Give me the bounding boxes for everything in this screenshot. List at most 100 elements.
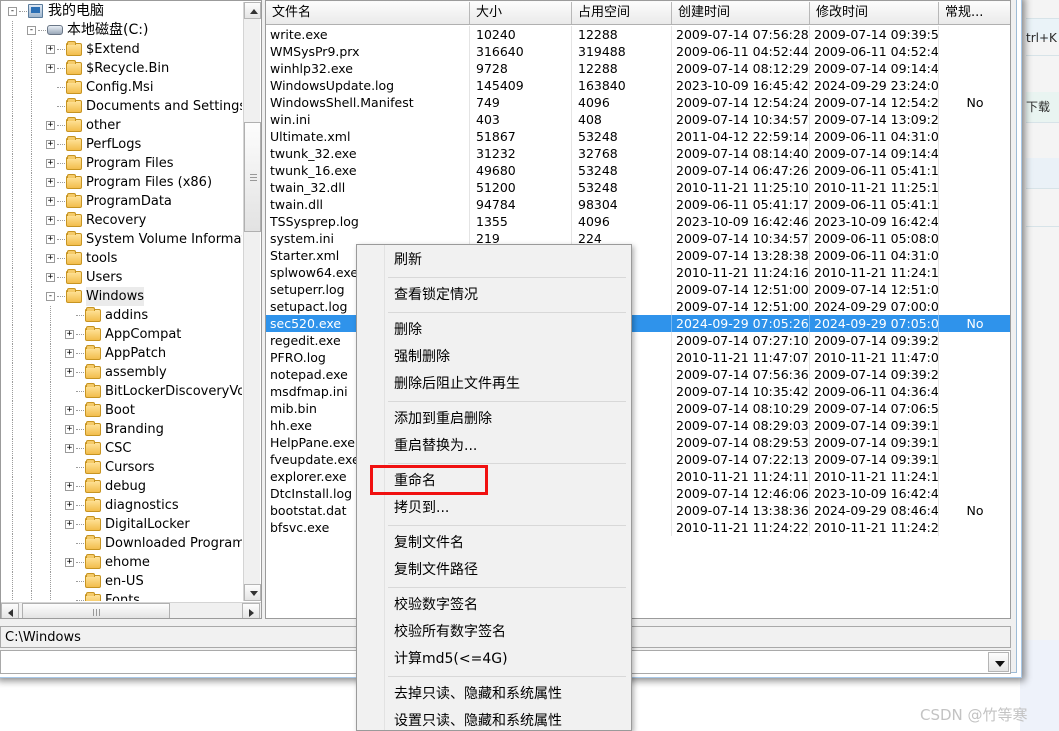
context-menu-item[interactable]: 计算md5(<=4G) <box>386 646 631 673</box>
tree-item[interactable]: + DigitalLocker <box>2 515 242 534</box>
tree-item[interactable]: + Branding <box>2 420 242 439</box>
tree-item[interactable]: BitLockerDiscoveryVolu <box>2 382 242 401</box>
tree-item[interactable]: + ehome <box>2 553 242 572</box>
tree-item[interactable]: + other <box>2 116 242 135</box>
expand-icon[interactable]: + <box>46 45 55 54</box>
tree-hscroll-thumb[interactable] <box>22 603 170 618</box>
tree-item[interactable]: Downloaded Program F <box>2 534 242 553</box>
scroll-up-button[interactable] <box>244 2 261 19</box>
tree-item[interactable]: + debug <box>2 477 242 496</box>
table-row[interactable]: twain.dll 94784 98304 2009-06-11 05:41:17 20… <box>266 196 1010 213</box>
tree-item[interactable]: + System Volume Informatio <box>2 230 242 249</box>
collapse-icon[interactable]: - <box>27 26 36 35</box>
tree-item[interactable]: - Windows <box>2 287 242 306</box>
tree-item[interactable]: + Recovery <box>2 211 242 230</box>
expand-icon[interactable]: + <box>65 330 74 339</box>
tree-horizontal-scrollbar[interactable] <box>1 602 261 618</box>
context-menu-item[interactable]: 校验数字签名 <box>386 592 631 619</box>
file-list-header[interactable]: 文件名 大小 占用空间 创建时间 修改时间 常规... <box>266 1 1010 25</box>
expand-icon[interactable]: + <box>65 501 74 510</box>
tree-vertical-scrollbar[interactable] <box>243 2 261 601</box>
tree-item[interactable]: + diagnostics <box>2 496 242 515</box>
expand-icon[interactable]: + <box>46 273 55 282</box>
tree-item[interactable]: + Users <box>2 268 242 287</box>
context-menu-item[interactable]: 刷新 <box>386 247 631 274</box>
table-row[interactable]: winhlp32.exe 9728 12288 2009-07-14 08:12:29… <box>266 60 1010 77</box>
column-header[interactable]: 常规... <box>939 2 1010 24</box>
collapse-icon[interactable]: - <box>8 7 17 16</box>
tree-item[interactable]: Config.Msi <box>2 78 242 97</box>
expand-icon[interactable]: + <box>46 121 55 130</box>
context-menu-item[interactable]: 复制文件路径 <box>386 557 631 584</box>
tree-item[interactable]: + Program Files <box>2 154 242 173</box>
tree-item[interactable]: + Boot <box>2 401 242 420</box>
expand-icon[interactable]: + <box>46 178 55 187</box>
expand-icon[interactable]: + <box>65 444 74 453</box>
tree-item[interactable]: + AppCompat <box>2 325 242 344</box>
table-row[interactable]: twunk_32.exe 31232 32768 2009-07-14 08:14:4… <box>266 145 1010 162</box>
column-header[interactable]: 大小 <box>470 2 572 24</box>
tree-item[interactable]: + PerfLogs <box>2 135 242 154</box>
context-menu-item[interactable]: 删除后阻止文件再生 <box>386 371 631 398</box>
tree-item[interactable]: en-US <box>2 572 242 591</box>
context-menu-item[interactable]: 去掉只读、隐藏和系统属性 <box>386 681 631 708</box>
context-menu-item[interactable]: 复制文件名 <box>386 530 631 557</box>
tree-item[interactable]: + ProgramData <box>2 192 242 211</box>
expand-icon[interactable]: + <box>46 140 55 149</box>
expand-icon[interactable]: + <box>65 425 74 434</box>
scroll-right-button[interactable] <box>242 603 260 618</box>
tree-item[interactable]: + AppPatch <box>2 344 242 363</box>
scroll-left-button[interactable] <box>1 603 19 618</box>
scroll-down-button[interactable] <box>244 584 261 601</box>
folder-tree-panel[interactable]: - 我的电脑 - 本地磁盘(C:) + $Extend + $Recycle.Bin Confi… <box>0 0 262 619</box>
context-menu-item[interactable]: 设置只读、隐藏和系统属性 <box>386 708 631 730</box>
tree-item[interactable]: + CSC <box>2 439 242 458</box>
table-row[interactable]: write.exe 10240 12288 2009-07-14 07:56:28 20… <box>266 26 1010 43</box>
expand-icon[interactable]: + <box>46 159 55 168</box>
context-menu-item[interactable]: 强制删除 <box>386 344 631 371</box>
table-row[interactable]: twain_32.dll 51200 53248 2010-11-21 11:25:1… <box>266 179 1010 196</box>
tree-item[interactable]: + Program Files (x86) <box>2 173 242 192</box>
table-row[interactable]: twunk_16.exe 49680 53248 2009-07-14 06:47:2… <box>266 162 1010 179</box>
column-header[interactable]: 修改时间 <box>810 2 939 24</box>
table-row[interactable]: TSSysprep.log 1355 4096 2023-10-09 16:42:46… <box>266 213 1010 230</box>
expand-icon[interactable]: + <box>65 368 74 377</box>
expand-icon[interactable]: + <box>46 216 55 225</box>
expand-icon[interactable]: + <box>46 235 55 244</box>
context-menu-item[interactable]: 删除 <box>386 317 631 344</box>
table-row[interactable]: win.ini 403 408 2009-07-14 10:34:57 2009-07-… <box>266 111 1010 128</box>
combo-dropdown-button[interactable] <box>988 652 1009 672</box>
tree-item[interactable]: + $Recycle.Bin <box>2 59 242 78</box>
tree-item[interactable]: Fonts <box>2 591 242 601</box>
expand-icon[interactable]: + <box>46 254 55 263</box>
expand-icon[interactable]: + <box>65 406 74 415</box>
tree-item[interactable]: Cursors <box>2 458 242 477</box>
column-header[interactable]: 文件名 <box>266 2 470 24</box>
tree-item[interactable]: + assembly <box>2 363 242 382</box>
table-row[interactable]: WindowsShell.Manifest 749 4096 2009-07-14 1… <box>266 94 1010 111</box>
tree-item[interactable]: Documents and Settings <box>2 97 242 116</box>
context-menu-item[interactable]: 查看锁定情况 <box>386 282 631 309</box>
table-row[interactable]: Ultimate.xml 51867 53248 2011-04-12 22:59:1… <box>266 128 1010 145</box>
context-menu-item[interactable]: 添加到重启删除 <box>386 406 631 433</box>
column-header[interactable]: 创建时间 <box>672 2 810 24</box>
expand-icon[interactable]: + <box>65 482 74 491</box>
expand-icon[interactable]: + <box>46 197 55 206</box>
table-row[interactable]: WMSysPr9.prx 316640 319488 2009-06-11 04:52… <box>266 43 1010 60</box>
tree-item[interactable]: - 我的电脑 <box>2 2 242 21</box>
column-header[interactable]: 占用空间 <box>572 2 672 24</box>
expand-icon[interactable]: + <box>46 64 55 73</box>
tree-item[interactable]: addins <box>2 306 242 325</box>
tree-item[interactable]: + $Extend <box>2 40 242 59</box>
folder-tree[interactable]: - 我的电脑 - 本地磁盘(C:) + $Extend + $Recycle.Bin Confi… <box>2 2 242 601</box>
tree-item[interactable]: - 本地磁盘(C:) <box>2 21 242 40</box>
tree-item[interactable]: + tools <box>2 249 242 268</box>
expand-icon[interactable]: + <box>65 349 74 358</box>
expand-icon[interactable]: + <box>65 558 74 567</box>
expand-icon[interactable]: + <box>65 520 74 529</box>
collapse-icon[interactable]: - <box>46 292 55 301</box>
table-row[interactable]: WindowsUpdate.log 145409 163840 2023-10-09 … <box>266 77 1010 94</box>
context-menu-item[interactable]: 校验所有数字签名 <box>386 619 631 646</box>
tree-scroll-thumb[interactable] <box>244 122 261 232</box>
context-menu-item[interactable]: 重启替换为... <box>386 433 631 460</box>
